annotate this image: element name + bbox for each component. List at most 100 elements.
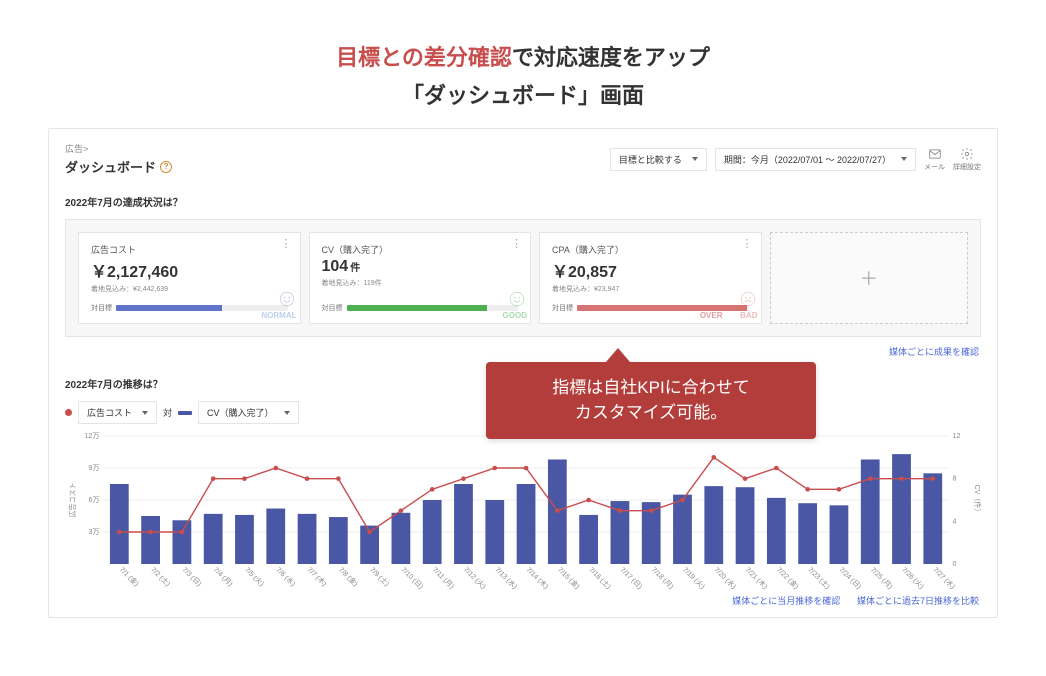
kpi-bar-label: 対目標 (91, 303, 112, 313)
hero-rest: で対応速度をアップ (512, 45, 710, 70)
metric-a-label: 広告コスト (87, 406, 132, 419)
svg-text:9万: 9万 (89, 464, 100, 472)
metric-a-dropdown[interactable]: 広告コスト (78, 401, 157, 424)
help-icon[interactable]: ? (160, 161, 172, 173)
legend-swatch-cost (65, 409, 72, 416)
kpi-label: 広告コスト (91, 243, 288, 256)
svg-text:7/11 (月): 7/11 (月) (431, 566, 456, 590)
kpi-more-icon[interactable]: ⋮ (281, 239, 292, 250)
kpi-bar-track (347, 305, 519, 311)
kpi-over-label: OVER (700, 311, 723, 320)
sad-face-icon (739, 290, 757, 308)
settings-button[interactable]: 詳細設定 (953, 147, 981, 172)
svg-text:4: 4 (953, 518, 957, 525)
svg-text:6万: 6万 (89, 496, 100, 504)
add-kpi-card[interactable]: ＋ (770, 232, 969, 324)
kpi-watermark: GOOD (503, 311, 527, 320)
svg-text:7/16 (土): 7/16 (土) (587, 565, 613, 590)
svg-text:7/20 (水): 7/20 (水) (712, 565, 738, 590)
svg-text:7/4 (月): 7/4 (月) (212, 566, 234, 588)
kpi-value: ￥20,857 (552, 258, 749, 282)
svg-text:7/23 (土): 7/23 (土) (806, 565, 832, 590)
svg-text:7/25 (月): 7/25 (月) (869, 566, 894, 590)
svg-text:3万: 3万 (89, 528, 100, 536)
svg-text:12: 12 (953, 433, 961, 440)
svg-text:7/9 (土): 7/9 (土) (368, 565, 391, 588)
link-media-results[interactable]: 媒体ごとに成果を確認 (889, 347, 979, 357)
kpi-bar-fill (116, 305, 222, 311)
svg-text:7/18 (月): 7/18 (月) (650, 566, 675, 590)
kpi-card[interactable]: ⋮ 広告コスト ￥2,127,460 着地見込み：¥2,442,639 対目標 … (78, 232, 301, 324)
legend-swatch-cv (178, 411, 192, 415)
kpi-card[interactable]: ⋮ CV（購入完了） 104件 着地見込み：119件 対目標 GOOD (309, 232, 532, 324)
svg-text:7/2 (土): 7/2 (土) (149, 565, 172, 588)
hero-line2: 「ダッシュボード」画面 (0, 78, 1046, 110)
kpi-value: ￥2,127,460 (91, 258, 288, 282)
compare-dropdown-label: 目標と比較する (619, 153, 682, 166)
chevron-down-icon (692, 157, 698, 161)
svg-text:7/22 (金): 7/22 (金) (775, 565, 801, 590)
svg-text:7/24 (日): 7/24 (日) (837, 566, 862, 590)
compare-dropdown[interactable]: 目標と比較する (610, 148, 707, 171)
settings-label: 詳細設定 (953, 162, 981, 172)
svg-text:7/6 (水): 7/6 (水) (274, 565, 297, 588)
kpi-label: CV（購入完了） (322, 243, 519, 256)
metric-b-dropdown[interactable]: CV（購入完了） (198, 401, 299, 424)
kpi-watermark: BAD (740, 311, 757, 320)
mail-label: メール (924, 162, 945, 172)
kpi-card[interactable]: ⋮ CPA（購入完了） ￥20,857 着地見込み：¥23,947 対目標 OV… (539, 232, 762, 324)
smile-face-icon (278, 290, 296, 308)
svg-text:7/10 (日): 7/10 (日) (399, 566, 424, 590)
kpi-more-icon[interactable]: ⋮ (511, 239, 522, 250)
period-dropdown-label: 期間：今月（2022/07/01 〜 2022/07/27） (724, 153, 891, 166)
chevron-down-icon (901, 157, 907, 161)
kpi-sublabel: 着地見込み：119件 (322, 278, 519, 288)
kpi-bar-label: 対目標 (552, 303, 573, 313)
gear-icon (960, 147, 974, 161)
svg-text:8: 8 (953, 476, 957, 483)
kpi-watermark: NORMAL (261, 311, 296, 320)
svg-text:広告コスト: 広告コスト (68, 483, 77, 518)
trend-chart: 3万 6万 9万 12万 0 4 8 12 広告コスト CV（件） 7/1 (金) 7/2 (土) 7/… (65, 430, 981, 590)
period-dropdown[interactable]: 期間：今月（2022/07/01 〜 2022/07/27） (715, 148, 916, 171)
mail-button[interactable]: メール (924, 147, 945, 172)
kpi-value: 104件 (322, 258, 519, 276)
svg-text:7/5 (火): 7/5 (火) (243, 566, 265, 588)
kpi-cards-container: ⋮ 広告コスト ￥2,127,460 着地見込み：¥2,442,639 対目標 … (65, 219, 981, 337)
kpi-bar-fill (347, 305, 488, 311)
hero-heading: 目標との差分確認で対応速度をアップ 「ダッシュボード」画面 (0, 0, 1046, 128)
svg-text:7/27 (水): 7/27 (水) (931, 565, 957, 590)
page-title: ダッシュボード (65, 157, 156, 176)
svg-text:7/21 (木): 7/21 (木) (744, 565, 770, 590)
svg-text:7/3 (日): 7/3 (日) (180, 566, 202, 588)
mail-icon (928, 147, 942, 161)
svg-text:0: 0 (953, 561, 957, 568)
kpi-more-icon[interactable]: ⋮ (742, 239, 753, 250)
svg-text:7/19 (火): 7/19 (火) (681, 566, 706, 590)
metric-b-label: CV（購入完了） (207, 406, 274, 419)
svg-text:CV（件）: CV（件） (973, 485, 981, 516)
breadcrumb: 広告> (65, 142, 172, 155)
link-media-month-trend[interactable]: 媒体ごとに当月推移を確認 (732, 596, 840, 606)
hero-highlight: 目標との差分確認 (336, 45, 512, 70)
legend-vs: 対 (163, 406, 172, 419)
chevron-down-icon (284, 411, 290, 415)
svg-text:7/1 (金): 7/1 (金) (118, 565, 141, 588)
svg-text:7/14 (木): 7/14 (木) (525, 565, 551, 590)
kpi-bar-label: 対目標 (322, 303, 343, 313)
svg-text:7/12 (火): 7/12 (火) (462, 566, 487, 590)
link-media-7d-trend[interactable]: 媒体ごとに過去7日推移を比較 (857, 596, 979, 606)
svg-text:12万: 12万 (85, 432, 100, 440)
svg-text:7/8 (金): 7/8 (金) (337, 565, 360, 588)
smile-face-icon (508, 290, 526, 308)
status-section-title: 2022年7月の達成状況は？ (65, 194, 981, 209)
callout-line1: 指標は自社KPIに合わせて (504, 376, 798, 401)
svg-text:7/26 (火): 7/26 (火) (900, 566, 925, 590)
kpi-sublabel: 着地見込み：¥2,442,639 (91, 284, 288, 294)
svg-text:7/17 (日): 7/17 (日) (618, 566, 643, 590)
callout-line2: カスタマイズ可能。 (504, 401, 798, 426)
svg-text:7/7 (木): 7/7 (木) (306, 565, 329, 588)
svg-text:7/13 (水): 7/13 (水) (493, 565, 519, 590)
kpi-sublabel: 着地見込み：¥23,947 (552, 284, 749, 294)
feature-callout: 指標は自社KPIに合わせて カスタマイズ可能。 (486, 362, 816, 439)
